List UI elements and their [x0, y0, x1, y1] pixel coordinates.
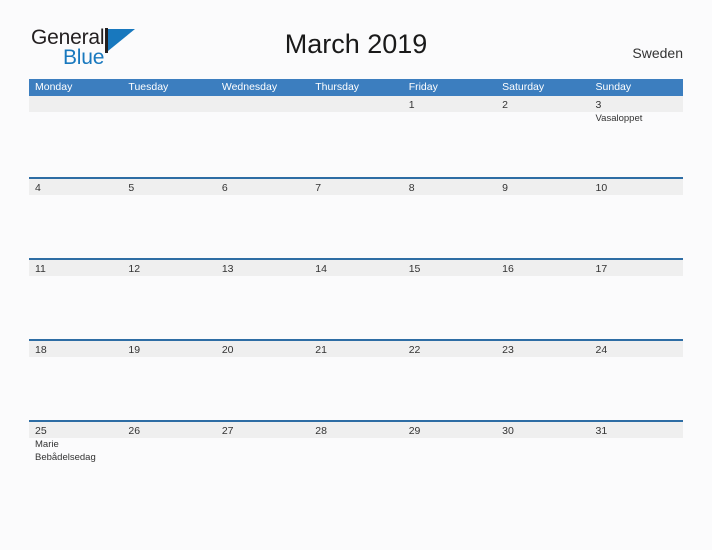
- calendar-day-cell[interactable]: 31: [590, 422, 683, 501]
- calendar-day-cell[interactable]: 23: [496, 341, 589, 420]
- calendar-day-cell[interactable]: 30: [496, 422, 589, 501]
- weekday-header-wednesday: Wednesday: [221, 81, 278, 93]
- day-number: 28: [315, 425, 327, 437]
- day-number: 25: [35, 425, 47, 437]
- day-number: 19: [128, 344, 141, 356]
- calendar-weeks: 1 2 3 Vasaloppet 4 5 6 7 8 9 10 11 12 13 14 15 16 17 18 19 2…: [29, 96, 683, 501]
- day-number: 9: [502, 182, 508, 194]
- calendar-day-cell[interactable]: 25 Marie Bebådelsedag: [29, 422, 122, 501]
- calendar-day-cell[interactable]: 9: [496, 179, 589, 258]
- week-cells: 11 12 13 14 15 16 17: [29, 260, 683, 339]
- calendar-day-cell[interactable]: 13: [216, 260, 309, 339]
- calendar-week-row: 11 12 13 14 15 16 17: [29, 258, 683, 339]
- day-number: 20: [221, 344, 234, 356]
- calendar-day-cell[interactable]: 10: [590, 179, 683, 258]
- calendar-day-cell[interactable]: 14: [309, 260, 402, 339]
- day-events: Marie Bebådelsedag: [35, 439, 122, 464]
- day-number: 5: [128, 182, 135, 194]
- calendar-day-cell[interactable]: 27: [216, 422, 309, 501]
- day-number: 8: [408, 182, 415, 194]
- day-number: 26: [128, 425, 141, 437]
- week-cells: 4 5 6 7 8 9 10: [29, 179, 683, 258]
- day-number: 18: [35, 344, 47, 356]
- week-cells: 18 19 20 21 22 23 24: [29, 341, 683, 420]
- day-number: 2: [502, 99, 508, 111]
- calendar-day-cell[interactable]: 19: [122, 341, 215, 420]
- weekday-header-row: Monday Tuesday Wednesday Thursday Friday Satu…: [29, 79, 683, 96]
- calendar-day-cell[interactable]: 16: [496, 260, 589, 339]
- calendar-day-cell[interactable]: 7: [309, 179, 402, 258]
- day-number: 10: [595, 182, 608, 194]
- weekday-header-friday: Friday: [408, 81, 438, 93]
- calendar-day-cell[interactable]: 26: [122, 422, 215, 501]
- day-number: 4: [35, 182, 41, 194]
- calendar-week-row: 1 2 3 Vasaloppet: [29, 96, 683, 177]
- calendar-day-cell[interactable]: 4: [29, 179, 122, 258]
- day-number: 17: [595, 263, 608, 275]
- day-number: 1: [408, 99, 415, 111]
- calendar-day-cell[interactable]: 24: [590, 341, 683, 420]
- page-header: General Blue March 2019 Sweden: [0, 0, 712, 69]
- day-number: 15: [408, 263, 421, 275]
- calendar-day-cell[interactable]: 21: [309, 341, 402, 420]
- calendar-day-cell[interactable]: 18: [29, 341, 122, 420]
- weekday-header-thursday: Thursday: [315, 81, 360, 93]
- weekday-header-saturday: Saturday: [502, 81, 545, 93]
- calendar-week-row: 18 19 20 21 22 23 24: [29, 339, 683, 420]
- day-number: 29: [408, 425, 421, 437]
- weekday-header-monday: Monday: [35, 81, 73, 93]
- calendar-day-cell[interactable]: 3 Vasaloppet: [590, 96, 683, 177]
- calendar-day-cell-empty: [29, 96, 122, 177]
- weekday-header-tuesday: Tuesday: [128, 81, 169, 93]
- calendar-day-cell[interactable]: 11: [29, 260, 122, 339]
- calendar-day-cell[interactable]: 29: [403, 422, 496, 501]
- calendar-day-cell-empty: [216, 96, 309, 177]
- day-number: 12: [128, 263, 141, 275]
- calendar-day-cell[interactable]: 15: [403, 260, 496, 339]
- day-number: 7: [315, 182, 322, 194]
- week-cells: 1 2 3 Vasaloppet: [29, 96, 683, 177]
- calendar-grid: Monday Tuesday Wednesday Thursday Friday Satu…: [29, 79, 683, 501]
- calendar-day-cell[interactable]: 17: [590, 260, 683, 339]
- calendar-day-cell[interactable]: 6: [216, 179, 309, 258]
- calendar-day-cell[interactable]: 1: [403, 96, 496, 177]
- day-number: 6: [221, 182, 228, 194]
- day-number: 24: [595, 344, 608, 356]
- holiday-label: Vasaloppet: [595, 113, 643, 124]
- calendar-day-cell-empty: [309, 96, 402, 177]
- calendar-week-row: 25 Marie Bebådelsedag 26 27 28 29 30 31: [29, 420, 683, 501]
- week-cells: 25 Marie Bebådelsedag 26 27 28 29 30 31: [29, 422, 683, 501]
- day-number: 22: [408, 344, 421, 356]
- page-title: March 2019: [284, 29, 428, 59]
- calendar-day-cell-empty: [122, 96, 215, 177]
- day-number: 14: [315, 263, 327, 275]
- calendar-page: General Blue March 2019 Sweden Monday Tue…: [0, 0, 712, 550]
- calendar-week-row: 4 5 6 7 8 9 10: [29, 177, 683, 258]
- calendar-day-cell[interactable]: 22: [403, 341, 496, 420]
- day-number: 31: [595, 425, 608, 437]
- day-events: Vasaloppet: [596, 113, 683, 126]
- day-number: 13: [221, 263, 234, 275]
- calendar-day-cell[interactable]: 2: [496, 96, 589, 177]
- calendar-day-cell[interactable]: 12: [122, 260, 215, 339]
- day-number: 3: [595, 99, 602, 111]
- day-number: 21: [315, 344, 327, 356]
- region-label: Sweden: [632, 45, 683, 61]
- weekday-header-sunday: Sunday: [595, 81, 632, 93]
- day-number: 11: [35, 263, 46, 275]
- day-number: 23: [502, 344, 514, 356]
- calendar-day-cell[interactable]: 5: [122, 179, 215, 258]
- day-number: 30: [502, 425, 514, 437]
- calendar-day-cell[interactable]: 20: [216, 341, 309, 420]
- day-number: 16: [502, 263, 514, 275]
- calendar-day-cell[interactable]: 8: [403, 179, 496, 258]
- calendar-day-cell[interactable]: 28: [309, 422, 402, 501]
- day-number: 27: [221, 425, 234, 437]
- holiday-label: Marie Bebådelsedag: [35, 439, 96, 463]
